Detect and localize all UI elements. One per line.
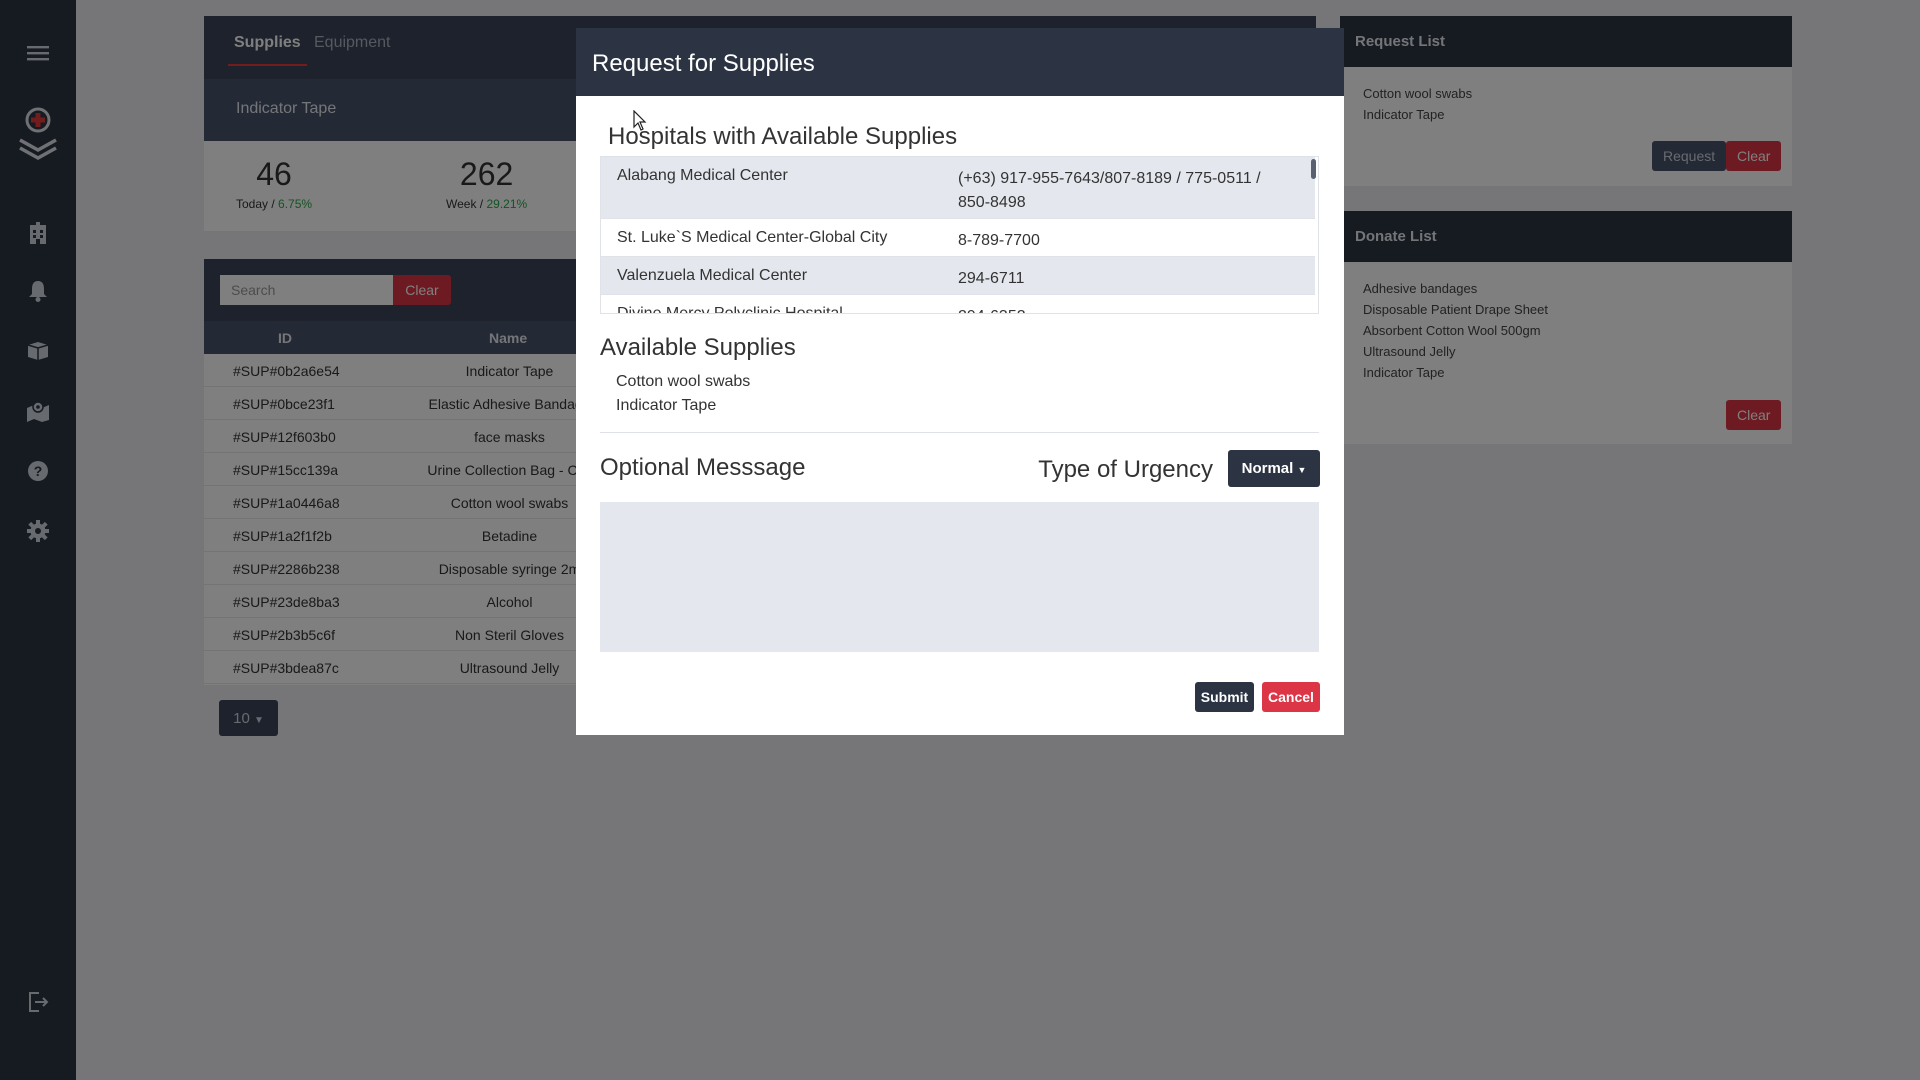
hospital-row[interactable]: Valenzuela Medical Center 294-6711 <box>601 257 1315 295</box>
hospital-row[interactable]: St. Luke`S Medical Center-Global City 8-7… <box>601 219 1315 257</box>
hospital-name: St. Luke`S Medical Center-Global City <box>617 229 888 246</box>
message-heading: Optional Messsage <box>600 454 806 481</box>
urgency-dropdown[interactable]: Normal ▼ <box>1228 450 1320 487</box>
divider <box>600 432 1319 433</box>
hospital-phone: 294-6352 <box>958 305 1288 313</box>
mouse-cursor-icon <box>633 109 647 137</box>
hospital-name: Valenzuela Medical Center <box>617 267 808 284</box>
hospital-phone: 8-789-7700 <box>958 232 1040 249</box>
supplies-heading: Available Supplies <box>600 334 796 361</box>
cancel-button[interactable]: Cancel <box>1262 682 1320 712</box>
available-supplies-list: Cotton wool swabs Indicator Tape <box>616 370 750 418</box>
optional-message-input[interactable] <box>600 502 1319 652</box>
urgency-label: Type of Urgency <box>1038 456 1213 483</box>
hospital-list[interactable]: Divine Mercy Polyclinic Hospital 294-6352… <box>600 156 1319 314</box>
hospital-list-scrollbar[interactable] <box>1311 159 1316 179</box>
submit-button[interactable]: Submit <box>1195 682 1254 712</box>
supply-item: Cotton wool swabs <box>616 373 751 390</box>
hospital-phone: 294-6711 <box>958 270 1025 287</box>
hospitals-heading: Hospitals with Available Supplies <box>608 123 958 150</box>
caret-down-icon: ▼ <box>1297 465 1307 475</box>
modal-title: Request for Supplies <box>576 28 1344 96</box>
hospital-row[interactable]: Divine Mercy Polyclinic Hospital 294-6352 <box>601 295 1315 314</box>
hospital-name: Alabang Medical Center <box>617 167 788 184</box>
request-supplies-modal: Request for Supplies Hospitals with Avai… <box>576 28 1344 735</box>
urgency-value: Normal <box>1241 460 1294 477</box>
hospital-name: Divine Mercy Polyclinic Hospital <box>617 305 843 314</box>
hospital-phone: (+63) 917-955-7643/807-8189 / 775-0511 /… <box>958 170 1261 211</box>
supply-item: Indicator Tape <box>616 397 717 414</box>
hospital-row[interactable]: Alabang Medical Center (+63) 917-955-7643… <box>601 157 1315 219</box>
